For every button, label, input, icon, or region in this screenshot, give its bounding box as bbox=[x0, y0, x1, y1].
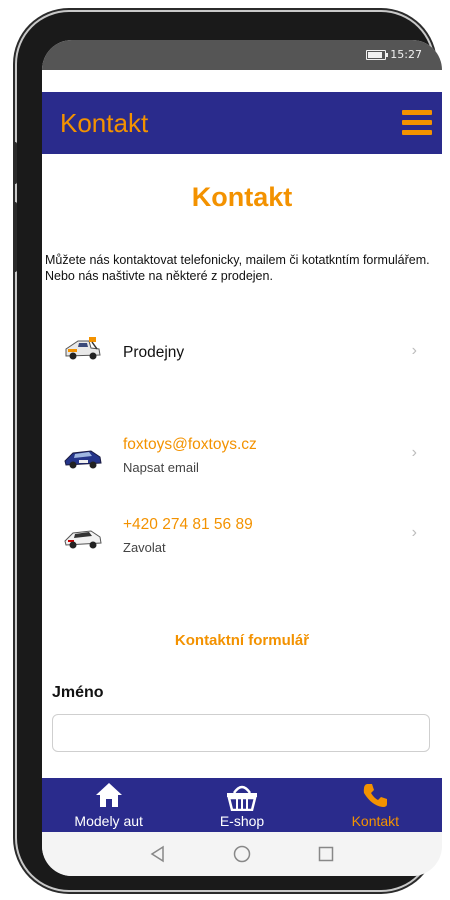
nav-item-eshop[interactable]: E-shop bbox=[175, 778, 308, 832]
status-bar: 15:27 bbox=[42, 40, 442, 70]
app-bar: Kontakt bbox=[42, 92, 442, 154]
nav-item-contact[interactable]: Kontakt bbox=[309, 778, 442, 832]
screen: 15:27 Kontakt Kontakt Můžete nás kontakt… bbox=[42, 40, 442, 876]
chevron-right-icon: › bbox=[411, 524, 417, 541]
nav-label: Kontakt bbox=[351, 813, 400, 829]
top-gap bbox=[42, 70, 442, 92]
contact-item-subtitle: Zavolat bbox=[123, 540, 166, 555]
nav-label: Modely aut bbox=[74, 813, 143, 829]
contact-item-phone[interactable]: +420 274 81 56 89 Zavolat › bbox=[42, 504, 442, 564]
home-icon bbox=[95, 783, 122, 807]
contact-item-email[interactable]: foxtoys@foxtoys.cz Napsat email › bbox=[42, 424, 442, 484]
rally-car-icon bbox=[64, 450, 102, 469]
main-content: Kontakt Můžete nás kontaktovat telefonic… bbox=[42, 154, 442, 778]
back-icon[interactable] bbox=[149, 845, 167, 863]
status-time: 15:27 bbox=[390, 48, 422, 61]
nav-item-models[interactable]: Modely aut bbox=[42, 778, 175, 832]
system-nav-bar bbox=[42, 832, 442, 876]
name-field-label: Jméno bbox=[52, 684, 104, 701]
tow-truck-icon bbox=[65, 337, 101, 360]
chevron-right-icon: › bbox=[411, 342, 417, 359]
contact-item-subtitle: Napsat email bbox=[123, 460, 199, 475]
race-car-icon bbox=[64, 530, 102, 549]
nav-label: E-shop bbox=[219, 813, 265, 829]
contact-item-title: foxtoys@foxtoys.cz bbox=[123, 436, 257, 453]
contact-form-heading: Kontaktní formulář bbox=[174, 632, 310, 649]
recents-icon[interactable] bbox=[317, 845, 335, 863]
contact-item-stores[interactable]: Prodejny › bbox=[42, 322, 442, 382]
basket-icon bbox=[226, 785, 257, 811]
bottom-nav: Modely aut E-shop Kontakt bbox=[42, 778, 442, 832]
hamburger-menu-icon[interactable] bbox=[402, 110, 432, 136]
intro-text: Můžete nás kontaktovat telefonicky, mail… bbox=[45, 253, 430, 283]
page-title: Kontakt bbox=[191, 182, 293, 212]
side-button bbox=[13, 142, 17, 184]
contact-item-title: Prodejny bbox=[123, 344, 185, 361]
home-circle-icon[interactable] bbox=[233, 845, 251, 863]
phone-frame: 15:27 Kontakt Kontakt Můžete nás kontakt… bbox=[13, 12, 442, 890]
app-bar-title: Kontakt bbox=[60, 108, 149, 138]
name-input[interactable] bbox=[52, 714, 430, 752]
phone-icon bbox=[364, 784, 388, 807]
side-button bbox=[13, 202, 17, 272]
battery-icon bbox=[366, 49, 389, 60]
chevron-right-icon: › bbox=[411, 444, 417, 461]
contact-item-title: +420 274 81 56 89 bbox=[123, 516, 253, 533]
